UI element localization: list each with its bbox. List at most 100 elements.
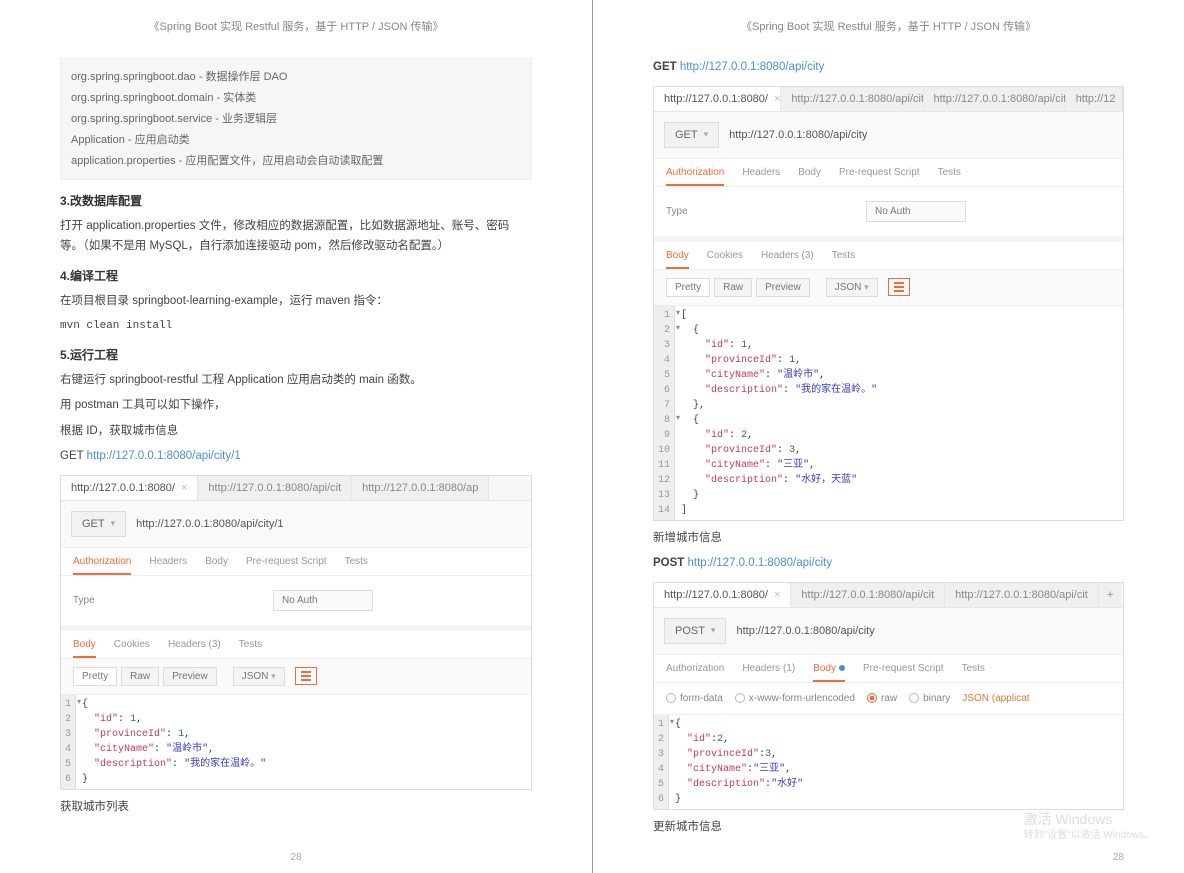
- pm1-url-input[interactable]: http://127.0.0.1:8080/api/city/1: [136, 518, 521, 530]
- pm1-type-label: Type: [73, 595, 273, 606]
- pm2-tab-3[interactable]: http://12: [1066, 87, 1123, 111]
- pm1-tab-0[interactable]: http://127.0.0.1:8080/×: [61, 476, 198, 500]
- header-right: 《Spring Boot 实现 Restful 服务，基于 HTTP / JSO…: [653, 10, 1124, 52]
- pm2-tab-2[interactable]: http://127.0.0.1:8080/api/cit: [924, 87, 1066, 111]
- get-line: GET http://127.0.0.1:8080/api/city/1: [60, 447, 532, 467]
- pm3-url-input[interactable]: http://127.0.0.1:8080/api/city: [736, 625, 1113, 637]
- pm3-subtab-headers[interactable]: Headers (1): [742, 663, 795, 682]
- pm3-json[interactable]: 123456 { "id":2, "provinceId":3, "cityNa…: [654, 715, 1123, 809]
- pm1-urlrow: GET▾ http://127.0.0.1:8080/api/city/1: [61, 501, 531, 548]
- pm1-method-select[interactable]: GET▾: [71, 511, 126, 537]
- pm1-btn-pretty[interactable]: Pretty: [73, 667, 117, 686]
- pm2-resptabs: Body Cookies Headers (3) Tests: [654, 236, 1123, 270]
- pm1-tabs: http://127.0.0.1:8080/× http://127.0.0.1…: [61, 476, 531, 501]
- pm1-resp-headers[interactable]: Headers (3): [168, 639, 221, 658]
- postman-get-city-1: http://127.0.0.1:8080/× http://127.0.0.1…: [60, 475, 532, 790]
- postman-post-city: http://127.0.0.1:8080/× http://127.0.0.1…: [653, 582, 1124, 810]
- pm1-tab-1[interactable]: http://127.0.0.1:8080/api/cit: [198, 476, 352, 500]
- pm3-tab-1[interactable]: http://127.0.0.1:8080/api/cit: [791, 583, 945, 607]
- pm3-subtab-tests[interactable]: Tests: [962, 663, 985, 682]
- pm1-subtab-body[interactable]: Body: [205, 556, 228, 575]
- pm1-tab-2[interactable]: http://127.0.0.1:8080/ap: [352, 476, 489, 500]
- pm3-radio-formdata[interactable]: form-data: [666, 693, 723, 704]
- wrap-icon[interactable]: [888, 278, 910, 296]
- pm2-type-select[interactable]: No Auth: [866, 201, 966, 222]
- chevron-down-icon: ▾: [711, 625, 716, 636]
- pm2-gutter: 1234567891011121314: [654, 306, 675, 520]
- pm2-btn-raw[interactable]: Raw: [714, 278, 752, 297]
- pm3-subtab-auth[interactable]: Authorization: [666, 663, 724, 682]
- pm2-subtab-headers[interactable]: Headers: [742, 167, 780, 186]
- get-url-link-r[interactable]: http://127.0.0.1:8080/api/city: [680, 61, 825, 73]
- pm1-resp-cookies[interactable]: Cookies: [114, 639, 150, 658]
- pm1-btn-raw[interactable]: Raw: [121, 667, 159, 686]
- pm1-subtabs: Authorization Headers Body Pre-request S…: [61, 548, 531, 576]
- close-icon[interactable]: ×: [774, 93, 780, 105]
- pm2-code: [ { "id": 1, "provinceId": 1, "cityName"…: [675, 306, 1123, 520]
- close-icon[interactable]: ×: [774, 589, 780, 601]
- pm3-urlrow: POST▾ http://127.0.0.1:8080/api/city: [654, 608, 1123, 655]
- pm3-tab-0[interactable]: http://127.0.0.1:8080/×: [654, 583, 791, 607]
- chevron-down-icon: ▾: [704, 129, 709, 140]
- cmd-mvn: mvn clean install: [60, 317, 532, 336]
- pm1-btn-preview[interactable]: Preview: [163, 667, 217, 686]
- pm2-method-select[interactable]: GET▾: [664, 122, 719, 148]
- pageno-left: 28: [290, 852, 301, 863]
- pm2-resp-body[interactable]: Body: [666, 250, 689, 269]
- pm3-code[interactable]: { "id":2, "provinceId":3, "cityName":"三亚…: [669, 715, 1123, 809]
- pm3-radio-binary[interactable]: binary: [909, 693, 950, 704]
- pm2-btn-pretty[interactable]: Pretty: [666, 278, 710, 297]
- para-5c: 根据 ID，获取城市信息: [60, 422, 532, 442]
- pm2-resp-tests[interactable]: Tests: [832, 250, 855, 269]
- pm2-url-input[interactable]: http://127.0.0.1:8080/api/city: [729, 129, 1113, 141]
- post-label: POST: [653, 557, 684, 569]
- pm2-tabs: http://127.0.0.1:8080/× http://127.0.0.1…: [654, 87, 1123, 112]
- pm3-json-type[interactable]: JSON (applicat: [962, 693, 1029, 704]
- para-5a: 右键运行 springboot-restful 工程 Application 应…: [60, 371, 532, 391]
- page-left: 《Spring Boot 实现 Restful 服务，基于 HTTP / JSO…: [0, 0, 592, 873]
- section-5: 5.运行工程: [60, 346, 532, 363]
- post-url-link[interactable]: http://127.0.0.1:8080/api/city: [688, 557, 833, 569]
- pm1-resp-tests[interactable]: Tests: [239, 639, 262, 658]
- chevron-down-icon: ▾: [111, 518, 116, 529]
- package-list: org.spring.springboot.dao - 数据操作层 DAO or…: [60, 58, 532, 180]
- pm3-subtab-body[interactable]: Body: [813, 663, 845, 682]
- pm2-resp-cookies[interactable]: Cookies: [707, 250, 743, 269]
- pm1-subtab-headers[interactable]: Headers: [149, 556, 187, 575]
- pm2-subtab-body[interactable]: Body: [798, 167, 821, 186]
- pm3-subtab-prereq[interactable]: Pre-request Script: [863, 663, 944, 682]
- pm3-tab-2[interactable]: http://127.0.0.1:8080/api/cit: [945, 583, 1099, 607]
- pm1-type-select[interactable]: No Auth: [273, 590, 373, 611]
- pm1-btn-json[interactable]: JSON ▾: [233, 667, 285, 686]
- pm2-subtab-prereq[interactable]: Pre-request Script: [839, 167, 920, 186]
- page-right: 《Spring Boot 实现 Restful 服务，基于 HTTP / JSO…: [592, 0, 1184, 873]
- get-url-link[interactable]: http://127.0.0.1:8080/api/city/1: [87, 450, 241, 462]
- para-3: 打开 application.properties 文件，修改相应的数据源配置，…: [60, 217, 532, 256]
- pm1-resp-body[interactable]: Body: [73, 639, 96, 658]
- para-5b: 用 postman 工具可以如下操作，: [60, 396, 532, 416]
- pm1-gutter: 123456: [61, 695, 76, 789]
- pm2-btn-preview[interactable]: Preview: [756, 278, 810, 297]
- pm2-tab-1[interactable]: http://127.0.0.1:8080/api/cit: [781, 87, 923, 111]
- pm2-subtab-auth[interactable]: Authorization: [666, 167, 724, 186]
- pageno-right: 28: [1113, 852, 1124, 863]
- pm2-tab-0[interactable]: http://127.0.0.1:8080/×: [654, 87, 781, 111]
- wrap-icon[interactable]: [295, 667, 317, 685]
- pm2-btn-json[interactable]: JSON ▾: [826, 278, 878, 297]
- close-icon[interactable]: ×: [181, 482, 187, 494]
- pm2-subtab-tests[interactable]: Tests: [938, 167, 961, 186]
- add-title: 新增城市信息: [653, 529, 1124, 549]
- chevron-down-icon: ▾: [864, 282, 869, 292]
- pm3-gutter: 123456: [654, 715, 669, 809]
- pm3-radio-urlenc[interactable]: x-www-form-urlencoded: [735, 693, 855, 704]
- pm2-type-row: Type No Auth: [654, 187, 1123, 236]
- pm1-subtab-prereq[interactable]: Pre-request Script: [246, 556, 327, 575]
- pm3-tab-plus[interactable]: +: [1099, 583, 1121, 607]
- pkg-line: Application - 应用启动类: [71, 130, 521, 151]
- pm3-method-select[interactable]: POST▾: [664, 618, 726, 644]
- pkg-line: org.spring.springboot.domain - 实体类: [71, 88, 521, 109]
- pm1-subtab-tests[interactable]: Tests: [345, 556, 368, 575]
- pm1-subtab-auth[interactable]: Authorization: [73, 556, 131, 575]
- pm3-radio-raw[interactable]: raw: [867, 693, 897, 704]
- pm2-resp-headers[interactable]: Headers (3): [761, 250, 814, 269]
